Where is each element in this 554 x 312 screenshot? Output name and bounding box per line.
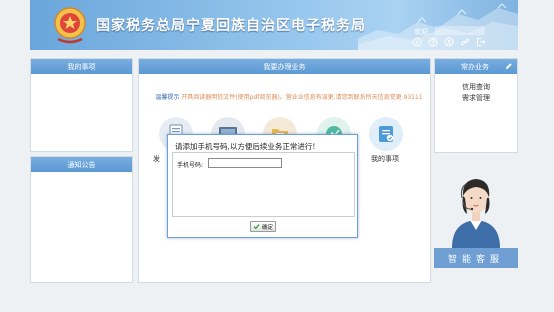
welcome-text: 欢迎, — [414, 28, 431, 36]
business-heading: 我要办理业务 — [139, 59, 430, 74]
tax-emblem-icon — [54, 7, 86, 44]
common-business-heading: 常办业务 — [435, 59, 517, 74]
link-demand-management[interactable]: 需求管理 — [435, 93, 517, 104]
exit-icon[interactable] — [476, 37, 486, 47]
biz-label-document[interactable]: 发 — [153, 154, 160, 164]
dialog-title: 请添加手机号码,以方便后续业务正常进行! — [175, 142, 316, 151]
check-icon — [253, 224, 260, 230]
header-toolbar — [412, 37, 486, 47]
my-items-panel: 我的事项 — [30, 58, 133, 152]
notices-panel: 通知公告 — [30, 156, 133, 283]
username-display — [435, 26, 485, 35]
dialog-body: 手机号码: — [172, 152, 355, 217]
link-icon[interactable] — [460, 37, 470, 47]
tip-label: 温馨提示 — [155, 94, 180, 101]
tip-text[interactable]: 开具阅读器明信文件(使用pdf阅览器)。营业业信息有误更,请您到联系所天信息变更… — [181, 94, 422, 101]
phone-input[interactable] — [208, 158, 282, 168]
smart-service[interactable]: 智能客服 — [434, 158, 518, 270]
my-items-heading: 我的事项 — [31, 59, 132, 74]
common-business-panel: 常办业务 信用查询 需求管理 — [434, 58, 518, 153]
tip-notice: 温馨提示 开具阅读器明信文件(使用pdf阅览器)。营业业信息有误更,请您到联系所… — [153, 92, 425, 104]
page: 国家税务总局宁夏回族自治区电子税务局 欢迎, 我的事项 通知公告 我要办理业务 … — [0, 0, 554, 312]
smart-service-button[interactable]: 智能客服 — [434, 248, 518, 268]
biz-tile-my-items[interactable] — [369, 117, 403, 151]
customer-service-agent-icon — [452, 179, 500, 248]
checklist-icon — [379, 126, 394, 142]
confirm-label: 确定 — [261, 224, 273, 231]
biz-label-my-items[interactable]: 我的事项 — [371, 154, 399, 164]
edit-icon[interactable] — [504, 62, 513, 71]
common-business-links: 信用查询 需求管理 — [435, 74, 517, 104]
link-credit-query[interactable]: 信用查询 — [435, 82, 517, 93]
site-title: 国家税务总局宁夏回族自治区电子税务局 — [96, 18, 366, 34]
help-icon[interactable] — [428, 37, 438, 47]
add-phone-dialog: 请添加手机号码,以方便后续业务正常进行! 手机号码: 确定 — [167, 134, 358, 238]
user-icon[interactable] — [444, 37, 454, 47]
header-banner: 国家税务总局宁夏回族自治区电子税务局 欢迎, — [30, 0, 518, 50]
notices-heading: 通知公告 — [31, 157, 132, 172]
common-business-title: 常办业务 — [461, 62, 489, 71]
phone-label: 手机号码: — [177, 162, 204, 169]
confirm-button[interactable]: 确定 — [250, 221, 276, 232]
info-icon[interactable] — [412, 37, 422, 47]
